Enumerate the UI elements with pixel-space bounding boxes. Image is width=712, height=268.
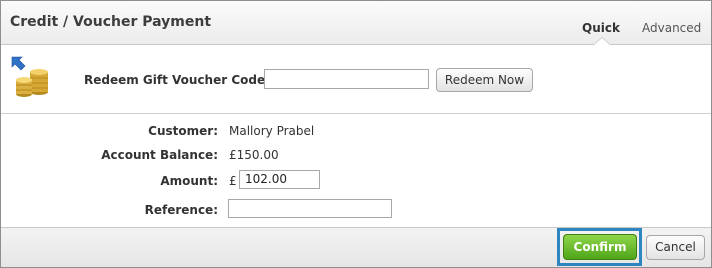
tab-advanced[interactable]: Advanced — [642, 21, 701, 35]
account-balance-label: Account Balance: — [101, 148, 218, 162]
credit-voucher-dialog: Credit / Voucher Payment Quick Advanced … — [0, 0, 712, 268]
amount-label: Amount: — [160, 174, 218, 188]
tab-quick[interactable]: Quick — [582, 21, 620, 35]
account-balance-value: £150.00 — [229, 148, 279, 162]
amount-input[interactable]: 102.00 — [239, 170, 320, 189]
voucher-section: Redeem Gift Voucher Code: Redeem Now — [1, 46, 711, 114]
customer-label: Customer: — [148, 124, 218, 138]
cancel-button[interactable]: Cancel — [646, 235, 705, 260]
dialog-title: Credit / Voucher Payment — [10, 14, 212, 30]
coins-icon — [11, 56, 48, 97]
reference-input[interactable] — [228, 199, 392, 218]
currency-symbol: £ — [229, 174, 237, 188]
reference-label: Reference: — [144, 203, 218, 217]
dialog-header: Credit / Voucher Payment Quick Advanced — [1, 1, 711, 45]
active-tab-indicator-fill — [594, 38, 610, 45]
redeem-now-button[interactable]: Redeem Now — [436, 68, 533, 92]
customer-value: Mallory Prabel — [229, 124, 315, 138]
voucher-code-label: Redeem Gift Voucher Code: — [84, 73, 270, 87]
voucher-code-input[interactable] — [264, 69, 429, 89]
confirm-button[interactable]: Confirm — [563, 234, 637, 260]
